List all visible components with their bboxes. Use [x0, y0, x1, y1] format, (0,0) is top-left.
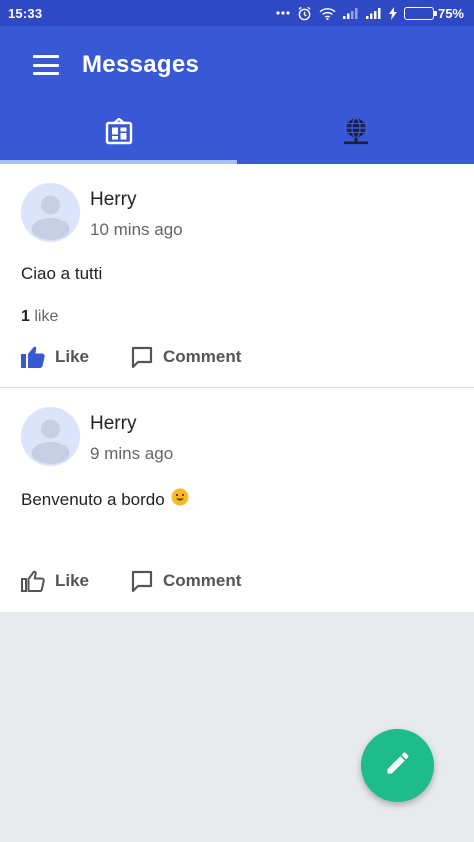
like-button[interactable]: Like [21, 570, 131, 592]
pencil-icon [384, 749, 412, 782]
post-actions: Like Comment [21, 346, 241, 368]
charging-icon [388, 6, 397, 20]
comment-button[interactable]: Comment [131, 570, 241, 592]
post-time: 10 mins ago [90, 220, 183, 239]
likes-number: 1 [21, 308, 30, 325]
more-dots-icon [276, 11, 290, 15]
battery-percent: 75% [437, 5, 464, 21]
post-text-content: Benvenuto a bordo [21, 489, 165, 509]
post-text: Ciao a tutti [21, 264, 102, 284]
status-time: 15:33 [8, 5, 43, 21]
smiley-icon [171, 488, 189, 511]
comment-label: Comment [163, 347, 242, 366]
comment-icon [131, 570, 153, 592]
comment-label: Comment [163, 571, 242, 590]
tab-feed[interactable] [0, 104, 237, 164]
post-actions: Like Comment [21, 570, 241, 592]
post-author[interactable]: Herry [90, 413, 136, 435]
comment-icon [131, 346, 153, 368]
compose-button[interactable] [361, 729, 434, 802]
alarm-icon [297, 6, 312, 21]
signal-icon [365, 7, 382, 19]
globe-network-icon [342, 117, 370, 151]
tab-bar [0, 104, 474, 164]
menu-icon[interactable] [33, 55, 59, 75]
comment-button[interactable]: Comment [131, 346, 241, 368]
dashboard-icon [105, 117, 133, 150]
app-bar: Messages [0, 26, 474, 104]
status-icons: 75% [276, 6, 464, 21]
likes-count[interactable]: 1 like [21, 308, 58, 326]
battery-icon [403, 6, 437, 20]
signal-icon [342, 7, 359, 19]
avatar[interactable] [21, 183, 80, 242]
like-label: Like [55, 571, 90, 590]
post-card: Herry 9 mins ago Benvenuto a bordo Like … [0, 388, 474, 612]
likes-label: like [34, 308, 59, 325]
tab-global[interactable] [237, 104, 474, 164]
post-text-content: Ciao a tutti [21, 264, 103, 283]
post-time: 9 mins ago [90, 444, 174, 463]
like-label: Like [55, 347, 90, 366]
wifi-icon [319, 7, 336, 20]
post-card: Herry 10 mins ago Ciao a tutti 1 like Li… [0, 164, 474, 388]
page-title: Messages [82, 51, 200, 78]
thumbs-up-filled-icon [21, 346, 45, 368]
avatar[interactable] [21, 407, 80, 466]
thumbs-up-icon [21, 570, 45, 592]
like-button[interactable]: Like [21, 346, 131, 368]
message-feed: Herry 10 mins ago Ciao a tutti 1 like Li… [0, 164, 474, 612]
status-bar: 15:33 75% [0, 0, 474, 26]
post-text: Benvenuto a bordo [21, 488, 189, 511]
battery-indicator: 75% [403, 5, 464, 21]
post-author[interactable]: Herry [90, 189, 136, 211]
